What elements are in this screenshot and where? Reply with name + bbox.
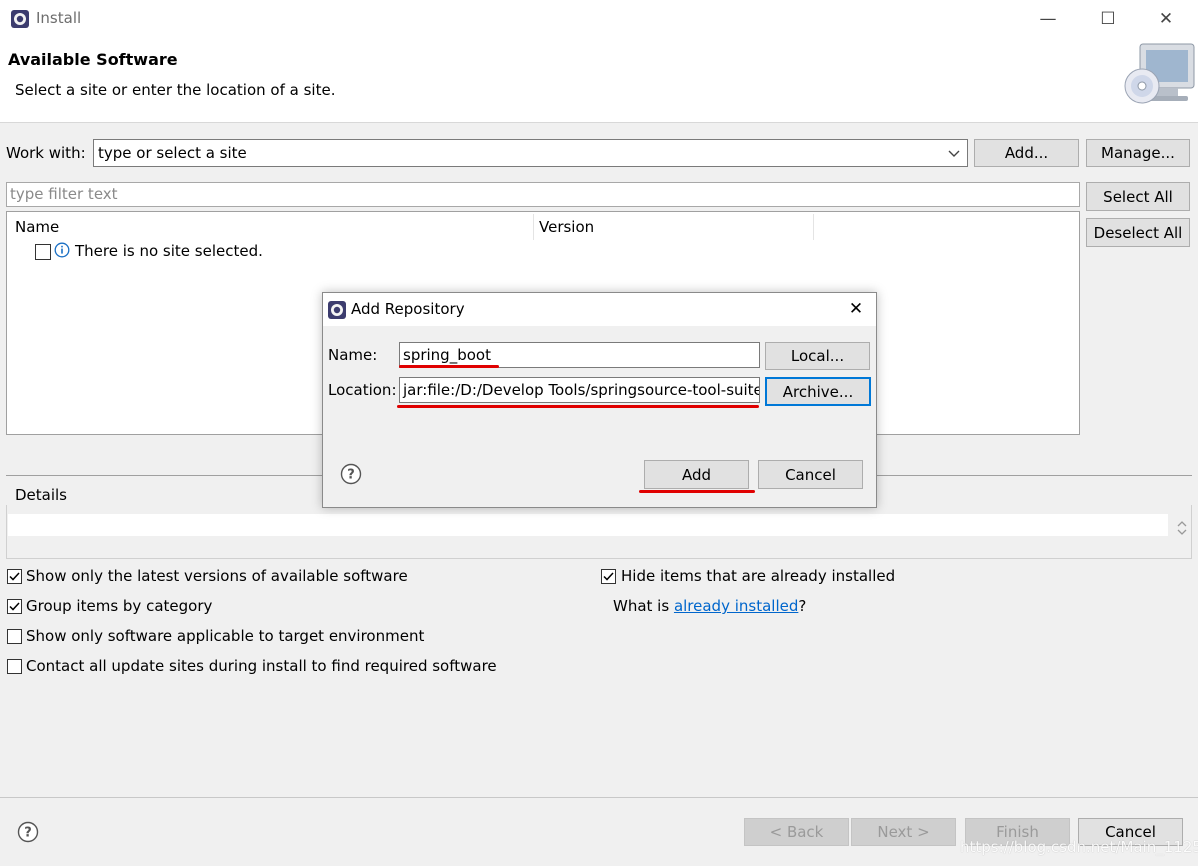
svg-text:?: ? — [347, 468, 355, 483]
eclipse-icon — [10, 9, 30, 29]
latest-versions-checkbox[interactable] — [7, 569, 22, 584]
location-field[interactable]: jar:file:/D:/Develop Tools/springsource-… — [399, 377, 760, 403]
back-button[interactable]: < Back — [744, 818, 849, 846]
column-header-version[interactable]: Version — [539, 218, 594, 236]
column-divider[interactable] — [813, 214, 814, 240]
annotation-underline — [399, 365, 499, 368]
column-header-name[interactable]: Name — [15, 218, 59, 236]
what-is-installed-text: What is already installed? — [613, 597, 806, 615]
latest-versions-label[interactable]: Show only the latest versions of availab… — [26, 567, 408, 585]
location-label: Location: — [328, 381, 397, 399]
details-label: Details — [15, 486, 72, 504]
help-icon[interactable]: ? — [17, 821, 39, 843]
archive-button[interactable]: Archive... — [765, 377, 871, 406]
details-text-area[interactable] — [8, 514, 1168, 536]
eclipse-icon — [327, 300, 347, 320]
work-with-placeholder: type or select a site — [98, 144, 247, 162]
contact-sites-label[interactable]: Contact all update sites during install … — [26, 657, 497, 675]
already-installed-link[interactable]: already installed — [674, 597, 798, 615]
local-button[interactable]: Local... — [765, 342, 870, 370]
deselect-all-button[interactable]: Deselect All — [1086, 218, 1190, 247]
name-label: Name: — [328, 346, 378, 364]
column-divider[interactable] — [533, 214, 534, 240]
computer-cd-icon — [1120, 42, 1196, 106]
hide-installed-label[interactable]: Hide items that are already installed — [621, 567, 895, 585]
filter-input[interactable]: type filter text — [6, 182, 1080, 207]
contact-sites-checkbox[interactable] — [7, 659, 22, 674]
hide-installed-checkbox[interactable] — [601, 569, 616, 584]
work-with-combo[interactable]: type or select a site — [93, 139, 968, 167]
target-environment-label[interactable]: Show only software applicable to target … — [26, 627, 424, 645]
add-button[interactable]: Add — [644, 460, 749, 489]
svg-text:?: ? — [24, 826, 32, 841]
next-button[interactable]: Next > — [851, 818, 956, 846]
group-by-category-label[interactable]: Group items by category — [26, 597, 212, 615]
what-is-prefix: What is — [613, 597, 674, 615]
title-bar — [0, 0, 1198, 38]
page-title: Available Software — [8, 50, 178, 69]
watermark-text: https://blog.csdn.net/Main_1125 — [960, 838, 1198, 856]
annotation-underline — [397, 405, 759, 408]
window-title: Install — [36, 9, 82, 27]
maximize-icon[interactable]: ☐ — [1088, 6, 1128, 32]
row-checkbox[interactable] — [35, 244, 51, 260]
close-icon[interactable]: ✕ — [1146, 6, 1186, 32]
details-group — [6, 505, 1192, 559]
what-is-suffix: ? — [798, 597, 807, 615]
manage-button[interactable]: Manage... — [1086, 139, 1190, 167]
add-repository-dialog[interactable]: Add Repository ✕ Name: spring_boot Local… — [322, 292, 877, 508]
group-by-category-checkbox[interactable] — [7, 599, 22, 614]
info-icon — [54, 242, 70, 258]
help-icon[interactable]: ? — [340, 463, 362, 485]
work-with-label: Work with: — [6, 144, 86, 162]
minimize-icon[interactable]: — — [1028, 6, 1068, 32]
scroll-arrows-icon[interactable] — [1175, 518, 1189, 538]
annotation-underline — [639, 490, 755, 493]
page-description: Select a site or enter the location of a… — [15, 81, 336, 99]
add-site-button[interactable]: Add... — [974, 139, 1079, 167]
dialog-cancel-button[interactable]: Cancel — [758, 460, 863, 489]
chevron-down-icon[interactable] — [947, 144, 961, 162]
dialog-title: Add Repository — [351, 300, 465, 318]
target-environment-checkbox[interactable] — [7, 629, 22, 644]
footer-separator — [0, 797, 1198, 798]
dialog-close-icon[interactable]: ✕ — [843, 296, 869, 322]
select-all-button[interactable]: Select All — [1086, 182, 1190, 211]
table-row[interactable]: There is no site selected. — [75, 242, 263, 260]
